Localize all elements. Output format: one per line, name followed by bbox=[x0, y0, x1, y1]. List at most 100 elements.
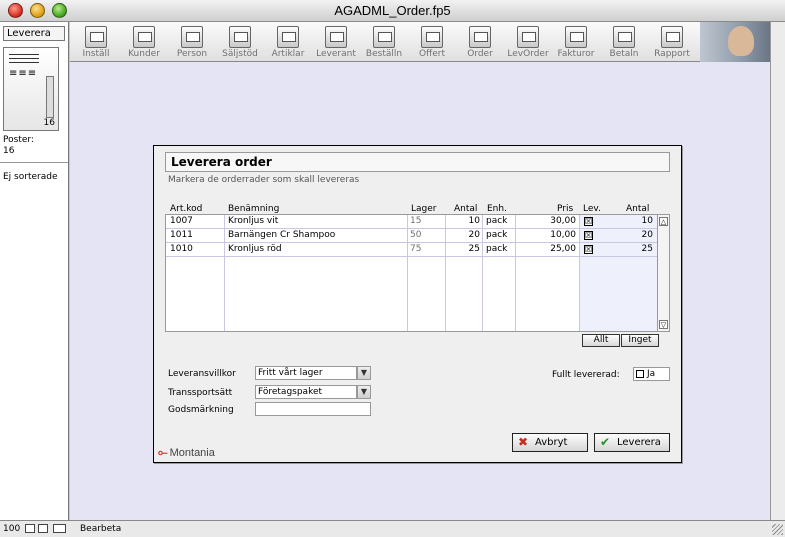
toolbar-button-delivery-order[interactable]: LevOrder bbox=[504, 24, 552, 60]
fully-delivered-field[interactable]: Ja bbox=[633, 367, 670, 381]
toolbar-button-supplier[interactable]: Leverant bbox=[312, 24, 360, 60]
status-area: Leverera ≡≡≡ 16 Poster: 16 Ej sorterade bbox=[0, 22, 69, 520]
order-icon bbox=[469, 26, 491, 48]
toolbar-button-label: Inställ bbox=[82, 49, 110, 59]
fully-delivered-checkbox[interactable] bbox=[636, 369, 644, 378]
col-header-enh: Enh. bbox=[487, 204, 507, 214]
deliver-button[interactable]: ✔ Leverera bbox=[594, 433, 670, 452]
delivery-terms-select[interactable]: Fritt vårt lager bbox=[255, 366, 357, 380]
book-page-line bbox=[9, 54, 39, 55]
toolbar-button-customers[interactable]: Kunder bbox=[120, 24, 168, 60]
zoom-out-icon[interactable] bbox=[25, 524, 35, 533]
header-photo bbox=[700, 22, 770, 62]
montania-logo-icon: ⟜ bbox=[158, 445, 168, 459]
vertical-scrollbar[interactable] bbox=[770, 22, 785, 520]
goods-marking-input[interactable] bbox=[255, 402, 371, 416]
sales-support-icon bbox=[229, 26, 251, 48]
toolbar-button-payment[interactable]: Betaln bbox=[600, 24, 648, 60]
toolbar-button-label: Rapport bbox=[654, 49, 690, 59]
cell-benamning: Kronljus röd bbox=[228, 244, 282, 254]
col-header-pris: Pris bbox=[557, 204, 574, 214]
table-row[interactable]: 1007 Kronljus vit 15 10 pack 30,00 10 ☒ bbox=[166, 215, 657, 229]
transport-mode-label: Transsportsätt bbox=[168, 388, 233, 398]
cell-antal: 10 bbox=[468, 216, 480, 226]
cell-benamning: Kronljus vit bbox=[228, 216, 279, 226]
record-slider[interactable] bbox=[46, 76, 54, 118]
dialog-subtitle: Markera de orderrader som skall leverera… bbox=[168, 175, 360, 185]
toolbar-button-purchase-order[interactable]: Beställn bbox=[360, 24, 408, 60]
cell-antal: 20 bbox=[468, 230, 480, 240]
articles-icon bbox=[277, 26, 299, 48]
transport-mode-select[interactable]: Företagspaket bbox=[255, 385, 357, 399]
toolbar-button-label: Säljstöd bbox=[222, 49, 258, 59]
col-header-lager: Lager bbox=[411, 204, 437, 214]
toolbar-button-quote[interactable]: Offert bbox=[408, 24, 456, 60]
layout-mode-select[interactable]: Leverera bbox=[3, 26, 65, 41]
cancel-button-label: Avbryt bbox=[535, 437, 568, 448]
cell-art-kod: 1007 bbox=[170, 216, 193, 226]
dialog-title: Leverera order bbox=[171, 155, 272, 169]
cell-enh: pack bbox=[486, 244, 508, 254]
col-header-lev: Lev. bbox=[583, 204, 601, 214]
cell-pris: 10,00 bbox=[550, 230, 576, 240]
cell-enh: pack bbox=[486, 216, 508, 226]
chevron-down-icon[interactable]: ▼ bbox=[357, 366, 371, 380]
toolbar-button-label: Artiklar bbox=[271, 49, 305, 59]
select-all-button[interactable]: Allt bbox=[582, 334, 620, 347]
toolbar-button-label: Leverant bbox=[316, 49, 356, 59]
scroll-up-icon[interactable]: △ bbox=[659, 217, 668, 226]
order-rows-table: 1007 Kronljus vit 15 10 pack 30,00 10 ☒ 1011 Barn… bbox=[165, 214, 670, 332]
payment-icon bbox=[613, 26, 635, 48]
toolbar-button-printer[interactable]: Rapport bbox=[648, 24, 696, 60]
cell-lev-antal[interactable]: 25 bbox=[606, 244, 653, 254]
deliver-checkbox[interactable]: ☒ bbox=[584, 245, 593, 254]
deliver-checkbox[interactable]: ☒ bbox=[584, 231, 593, 240]
cell-lev-antal[interactable]: 20 bbox=[606, 230, 653, 240]
scroll-down-icon[interactable]: ▽ bbox=[659, 320, 668, 329]
invoice-icon bbox=[565, 26, 587, 48]
cell-art-kod: 1011 bbox=[170, 230, 193, 240]
record-book[interactable]: ≡≡≡ 16 bbox=[3, 47, 59, 131]
cell-art-kod: 1010 bbox=[170, 244, 193, 254]
zoom-in-icon[interactable] bbox=[38, 524, 48, 533]
table-row[interactable]: 1011 Barnängen Cr Shampoo 50 20 pack 10,00 20 ☒ bbox=[166, 229, 657, 243]
toolbar-button-sales-support[interactable]: Säljstöd bbox=[216, 24, 264, 60]
toolbar-button-label: Fakturor bbox=[557, 49, 595, 59]
sidebar-divider bbox=[0, 162, 68, 163]
toggle-status-area-icon[interactable] bbox=[53, 524, 66, 533]
person-icon bbox=[181, 26, 203, 48]
cell-enh: pack bbox=[486, 230, 508, 240]
navigation-toolbar: Inställ Kunder Person Säljstöd Artiklar Lever… bbox=[70, 22, 770, 62]
resize-grip-icon[interactable] bbox=[772, 524, 783, 535]
window-titlebar: AGADML_Order.fp5 bbox=[0, 0, 785, 22]
toolbar-button-articles[interactable]: Artiklar bbox=[264, 24, 312, 60]
select-none-button[interactable]: Inget bbox=[621, 334, 659, 347]
chevron-down-icon[interactable]: ▼ bbox=[357, 385, 371, 399]
table-scrollbar[interactable]: △ ▽ bbox=[657, 215, 669, 331]
toolbar-button-invoice[interactable]: Fakturor bbox=[552, 24, 600, 60]
window-title: AGADML_Order.fp5 bbox=[334, 3, 451, 18]
customers-icon bbox=[133, 26, 155, 48]
col-header-antal: Antal bbox=[454, 204, 478, 214]
cell-lager: 75 bbox=[410, 244, 422, 254]
goods-marking-label: Godsmärkning bbox=[168, 405, 234, 415]
sort-status: Ej sorterade bbox=[3, 172, 58, 182]
fully-delivered-label: Fullt levererad: bbox=[552, 370, 620, 380]
dialog-header: Leverera order bbox=[165, 152, 670, 172]
fully-delivered-option: Ja bbox=[647, 369, 656, 379]
toolbar-button-person[interactable]: Person bbox=[168, 24, 216, 60]
deliver-order-dialog: Leverera order Markera de orderrader som… bbox=[153, 145, 682, 463]
records-label: Poster: bbox=[3, 135, 34, 145]
toolbar-button-label: Kunder bbox=[128, 49, 160, 59]
book-page-line bbox=[9, 58, 39, 59]
deliver-button-label: Leverera bbox=[617, 437, 661, 448]
checkmark-icon: ✔ bbox=[600, 435, 611, 449]
zoom-level[interactable]: 100 bbox=[3, 524, 20, 534]
toolbar-button-settings[interactable]: Inställ bbox=[72, 24, 120, 60]
cancel-button[interactable]: ✖ Avbryt bbox=[512, 433, 588, 452]
deliver-checkbox[interactable]: ☒ bbox=[584, 217, 593, 226]
toolbar-button-order[interactable]: Order bbox=[456, 24, 504, 60]
table-row[interactable]: 1010 Kronljus röd 75 25 pack 25,00 25 ☒ bbox=[166, 243, 657, 257]
toolbar-button-label: Person bbox=[176, 49, 208, 59]
cell-lev-antal[interactable]: 10 bbox=[606, 216, 653, 226]
